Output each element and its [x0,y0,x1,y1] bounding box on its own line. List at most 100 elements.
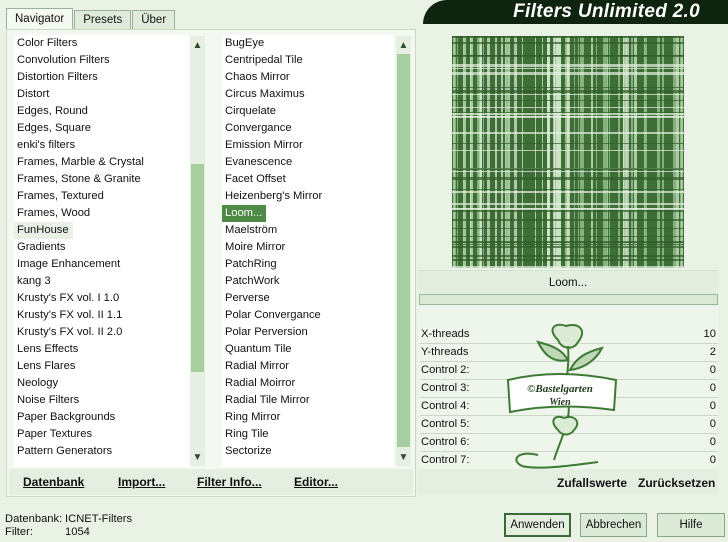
preview-thread [452,112,684,113]
filter-item[interactable]: Sectorize [222,443,394,460]
param-value[interactable]: 2 [710,346,716,358]
filter-scrollbar[interactable]: ▲ ▼ [396,36,411,466]
filter-item[interactable]: Circus Maximus [222,86,394,103]
preview-thread [596,36,597,268]
scroll-down-icon[interactable]: ▼ [190,450,205,465]
filter-item[interactable]: Centripedal Tile [222,52,394,69]
filter-item[interactable]: Perverse [222,290,394,307]
tab-presets[interactable]: Presets [74,10,132,30]
category-item[interactable]: Image Enhancement [14,256,190,273]
preview-thread [631,36,633,268]
preview-thread [452,56,684,57]
param-label: Control 3: [421,382,470,394]
filter-item[interactable]: Emission Mirror [222,137,394,154]
filter-scroll-thumb[interactable] [397,54,410,447]
footer-filter-value: 1054 [65,526,90,538]
database-button[interactable]: Datenbank [23,475,84,489]
category-item[interactable]: Color Filters [14,35,190,52]
filter-item[interactable]: Chaos Mirror [222,69,394,86]
scroll-up-icon[interactable]: ▲ [396,38,411,53]
param-label: Control 4: [421,400,470,412]
category-item[interactable]: Frames, Stone & Granite [14,171,190,188]
preview-thread [464,36,466,268]
filter-item[interactable]: Polar Convergance [222,307,394,324]
category-item[interactable]: Frames, Wood [14,205,190,222]
filter-item[interactable]: PatchRing [222,256,394,273]
category-item[interactable]: Edges, Square [14,120,190,137]
category-item[interactable]: Frames, Textured [14,188,190,205]
category-item[interactable]: Pattern Generators [14,443,190,460]
preview-thread [452,266,684,268]
category-item[interactable]: Paper Textures [14,426,190,443]
param-value[interactable]: 0 [710,382,716,394]
filter-item[interactable]: Moire Mirror [222,239,394,256]
preview-thread [626,36,629,268]
category-item[interactable]: Krusty's FX vol. II 2.0 [14,324,190,341]
category-item[interactable]: Paper Backgrounds [14,409,190,426]
help-button[interactable]: Hilfe [657,513,725,537]
category-item[interactable]: Krusty's FX vol. II 1.1 [14,307,190,324]
preview-thread [505,36,506,268]
param-value[interactable]: 10 [704,328,716,340]
preview-thread [471,36,472,268]
filter-item[interactable]: Convergance [222,120,394,137]
filter-item[interactable]: Ring Tile [222,426,394,443]
category-item[interactable]: FunHouse [14,222,73,239]
param-value[interactable]: 0 [710,418,716,430]
category-item[interactable]: Distortion Filters [14,69,190,86]
filter-info-button[interactable]: Filter Info... [197,475,262,489]
random-values-button[interactable]: Zufallswerte [557,476,627,490]
category-item[interactable]: Krusty's FX vol. I 1.0 [14,290,190,307]
param-value[interactable]: 0 [710,454,716,466]
category-item[interactable]: Distort [14,86,190,103]
filter-item[interactable]: Radial Tile Mirror [222,392,394,409]
category-item[interactable]: Frames, Marble & Crystal [14,154,190,171]
preview-thread [452,107,684,108]
filter-item[interactable]: Quantum Tile [222,341,394,358]
preview-thread [574,36,575,268]
category-item[interactable]: Noise Filters [14,392,190,409]
category-scrollbar[interactable]: ▲ ▼ [190,36,205,466]
category-item[interactable]: Gradients [14,239,190,256]
filter-list[interactable]: BugEye Centripedal Tile Chaos Mirror Circus… [222,35,394,467]
category-item[interactable]: enki's filters [14,137,190,154]
scroll-up-icon[interactable]: ▲ [190,38,205,53]
category-item[interactable]: kang 3 [14,273,190,290]
filter-item[interactable]: Ring Mirror [222,409,394,426]
filter-item[interactable]: Loom... [222,205,267,222]
preview-thread [452,244,684,245]
category-item[interactable]: Edges, Round [14,103,190,120]
category-item[interactable]: Neology [14,375,190,392]
filter-item[interactable]: Maelström [222,222,394,239]
filter-item[interactable]: Radial Moirror [222,375,394,392]
filter-item[interactable]: PatchWork [222,273,394,290]
filter-item[interactable]: BugEye [222,35,394,52]
filter-item[interactable]: Radial Mirror [222,358,394,375]
category-item[interactable]: Lens Effects [14,341,190,358]
category-scroll-thumb[interactable] [191,164,204,372]
category-item[interactable]: Convolution Filters [14,52,190,69]
category-list[interactable]: Color Filters Convolution Filters Distorti… [14,35,190,467]
preview-thread [477,36,479,268]
param-value[interactable]: 0 [710,400,716,412]
param-value[interactable]: 0 [710,364,716,376]
apply-button[interactable]: Anwenden [504,513,571,537]
editor-button[interactable]: Editor... [294,475,338,489]
import-button[interactable]: Import... [118,475,165,489]
preview-thread [483,36,484,268]
filter-item[interactable]: Facet Offset [222,171,394,188]
cancel-button[interactable]: Abbrechen [580,513,647,537]
preview-thread [479,36,482,268]
scroll-down-icon[interactable]: ▼ [396,450,411,465]
tab-navigator[interactable]: Navigator [6,8,74,30]
reset-button[interactable]: Zurücksetzen [638,476,715,490]
filter-item[interactable]: Heizenberg's Mirror [222,188,394,205]
preview-thread [603,36,604,268]
filter-item[interactable]: Evanescence [222,154,394,171]
preview-thread [591,36,593,268]
category-item[interactable]: Lens Flares [14,358,190,375]
param-value[interactable]: 0 [710,436,716,448]
filter-item[interactable]: Polar Perversion [222,324,394,341]
tab-about[interactable]: Über [132,10,176,30]
filter-item[interactable]: Cirquelate [222,103,394,120]
